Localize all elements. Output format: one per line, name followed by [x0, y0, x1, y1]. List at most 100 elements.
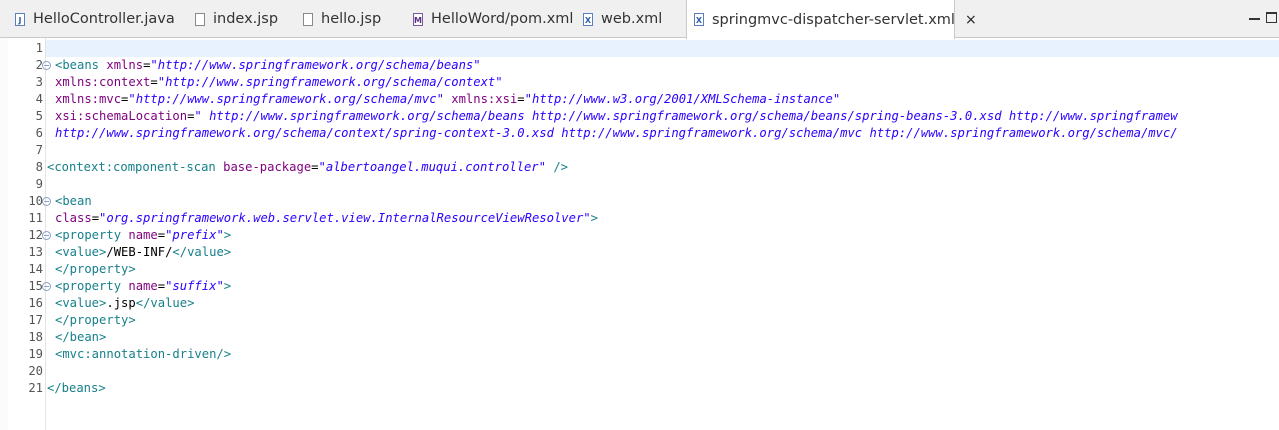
code-line[interactable]: http://www.springframework.org/schema/co… [46, 125, 1279, 142]
code-line[interactable]: <bean [46, 193, 1279, 210]
code-line[interactable]: <value>.jsp</value> [46, 295, 1279, 312]
syntax-token-attr: name [128, 279, 158, 293]
syntax-token-val: "albertoangel.muqui.controller" [318, 160, 546, 174]
code-text: xsi:schemaLocation=" http://www.springfr… [55, 108, 1178, 125]
code-line[interactable]: </bean> [46, 329, 1279, 346]
syntax-token-tag: /> [545, 160, 568, 174]
line-number-gutter: 1 2−3 4 5 6 7 8 9 10−11 12−13 14 15−16 17 18 19 20 21 [8, 38, 51, 430]
syntax-token-attr: xmlns:context [55, 75, 151, 89]
code-line[interactable]: xmlns:mvc = "http://www.springframework.or… [46, 91, 1279, 108]
code-text: <property name="suffix"> [55, 278, 231, 295]
syntax-token-tag: > [223, 228, 232, 242]
syntax-token-txt: .jsp [106, 296, 136, 310]
code-line[interactable]: class="org.springframework.web.servlet.v… [46, 210, 1279, 227]
line-number: 8 [35, 160, 43, 174]
line-number: 2 [35, 58, 43, 72]
syntax-token-txt: = [91, 211, 100, 225]
maven-pom-icon: M [413, 12, 423, 26]
tab-index-jsp[interactable]: index.jsp [188, 0, 296, 38]
tab-web-xml[interactable]: Xweb.xml [576, 0, 686, 38]
code-line[interactable]: </property> [46, 312, 1279, 329]
syntax-token-txt: = [311, 160, 319, 174]
tab-springmvc-dispatcher-servlet-xml[interactable]: Xspringmvc-dispatcher-servlet.xml × [686, 0, 977, 39]
syntax-token-tag: <property [55, 279, 129, 293]
code-text: </property> [55, 261, 136, 278]
syntax-token-tag: </property> [55, 313, 136, 327]
code-line[interactable] [46, 363, 1279, 380]
syntax-token-val: "http://www.springframework.org/schema/b… [150, 58, 481, 72]
line-number: 1 [35, 41, 43, 55]
code-line[interactable] [46, 40, 1279, 57]
code-line[interactable]: <context:component-scan base-package="al… [46, 159, 1279, 176]
syntax-token-tag: <property [55, 228, 129, 242]
code-text: <value>.jsp</value> [55, 295, 194, 312]
line-number: 16 [28, 296, 43, 310]
code-text: </beans> [47, 380, 106, 397]
code-text: <mvc:annotation-driven/> [55, 346, 231, 363]
syntax-token-txt: = [157, 279, 166, 293]
syntax-token-tag: <value> [55, 245, 107, 259]
jsp-file-icon [195, 12, 205, 26]
tab-label: HelloController.java [33, 11, 175, 27]
tab-helloword-pom-xml[interactable]: M HelloWord/pom.xml [406, 0, 576, 38]
code-text: <beans xmlns="http://www.springframework… [55, 57, 481, 74]
code-text: xmlns:context="http://www.springframewor… [55, 74, 503, 91]
syntax-token-tag: </value> [135, 296, 195, 310]
minimize-icon[interactable] [1249, 12, 1260, 20]
syntax-token-tag: </bean> [55, 330, 107, 344]
syntax-token-tag: > [590, 211, 598, 225]
syntax-token-attr: xmlns:mvc [55, 92, 122, 106]
syntax-token-val: "http://www.w3.org/2001/XMLSchema-instan… [524, 92, 841, 106]
tab-label: HelloWord/pom.xml [431, 11, 574, 27]
syntax-token-tag: <mvc:annotation-driven/> [55, 347, 232, 361]
tab-label: springmvc-dispatcher-servlet.xml [712, 11, 955, 28]
syntax-token-attr: base-package [223, 160, 312, 174]
syntax-token-tag: <value> [55, 296, 107, 310]
tab-label: web.xml [601, 11, 663, 27]
line-number: 19 [28, 347, 43, 361]
tab-hello-jsp[interactable]: hello.jsp [296, 0, 406, 38]
code-line[interactable] [46, 142, 1279, 159]
code-text: <context:component-scan base-package="al… [47, 159, 568, 176]
xml-file-icon: X [694, 13, 704, 26]
syntax-token-tag: </value> [172, 245, 232, 259]
code-line[interactable]: <property name="suffix"> [46, 278, 1279, 295]
editor-tab-bar: J HelloController.java index.jsp hello.jsp M… [0, 0, 1279, 39]
code-line[interactable]: </property> [46, 261, 1279, 278]
line-number: 7 [35, 143, 43, 157]
tab-hellocontroller-java[interactable]: J HelloController.java [8, 0, 188, 38]
line-number: 4 [35, 92, 43, 106]
code-line[interactable] [46, 176, 1279, 193]
code-line[interactable]: <value>/WEB-INF/</value> [46, 244, 1279, 261]
java-file-icon: J [15, 12, 25, 26]
syntax-token-val: http://www.springframework.org/schema/co… [55, 126, 1178, 140]
code-text: <value>/WEB-INF/</value> [55, 244, 231, 261]
syntax-token-tag: <bean [55, 194, 92, 208]
code-line[interactable]: xsi:schemaLocation=" http://www.springfr… [46, 108, 1279, 125]
syntax-token-val: "prefix" [165, 228, 224, 242]
code-line[interactable]: <beans xmlns="http://www.springframework… [46, 57, 1279, 74]
syntax-token-val: "http://www.springframework.org/schema/m… [128, 92, 444, 106]
line-number: 20 [28, 364, 43, 378]
code-text: xmlns:mvc = "http://www.springframework.or… [55, 91, 840, 108]
line-number: 11 [28, 211, 43, 225]
code-line[interactable]: <property name="prefix"> [46, 227, 1279, 244]
code-line[interactable]: </beans> [46, 380, 1279, 397]
code-text: class="org.springframework.web.servlet.v… [55, 210, 598, 227]
code-text: <bean [55, 193, 92, 210]
code-text: </property> [55, 312, 136, 329]
syntax-token-val: "http://www.springframework.org/schema/c… [157, 75, 503, 89]
xml-editor[interactable]: <beans xmlns="http://www.springframework… [46, 38, 1279, 430]
syntax-token-txt: = [517, 92, 525, 106]
syntax-token-val: "org.springframework.web.servlet.view.In… [99, 211, 591, 225]
close-tab-icon[interactable]: × [965, 12, 977, 28]
code-text: <property name="prefix"> [55, 227, 231, 244]
syntax-token-attr: xmlns [106, 58, 144, 72]
line-number: 9 [35, 177, 43, 191]
overview-ruler [0, 38, 8, 430]
xml-file-icon: X [583, 12, 593, 26]
code-line[interactable]: xmlns:context="http://www.springframewor… [46, 74, 1279, 91]
tab-label: index.jsp [213, 11, 279, 27]
maximize-icon[interactable] [1266, 12, 1277, 23]
code-line[interactable]: <mvc:annotation-driven/> [46, 346, 1279, 363]
